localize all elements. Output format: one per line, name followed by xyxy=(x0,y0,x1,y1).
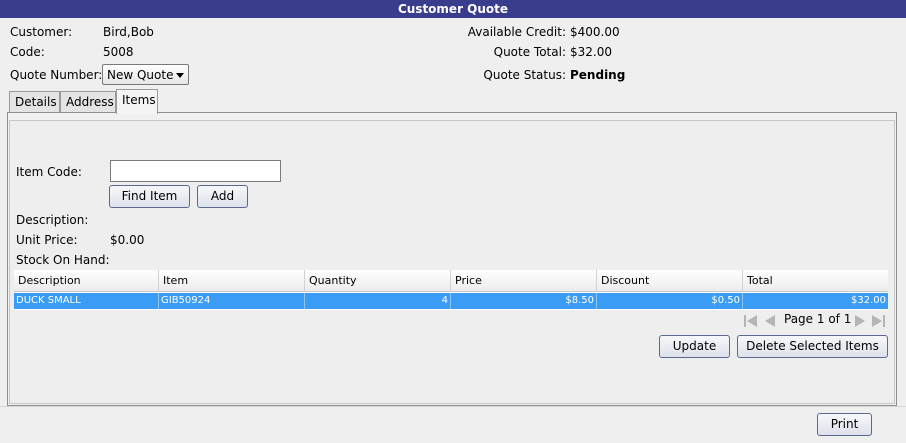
chevron-down-icon xyxy=(176,73,184,78)
quote-status-value: Pending xyxy=(570,68,626,82)
available-credit-label: Available Credit: xyxy=(467,25,566,39)
cell-discount: $0.50 xyxy=(597,293,743,309)
cell-quantity: 4 xyxy=(305,293,451,309)
column-header-quantity[interactable]: Quantity xyxy=(305,270,451,292)
cell-price: $8.50 xyxy=(451,293,597,309)
item-code-input[interactable] xyxy=(110,160,281,182)
column-header-item[interactable]: Item xyxy=(159,270,305,292)
cell-item: GIB50924 xyxy=(159,293,305,309)
update-button[interactable]: Update xyxy=(659,335,730,358)
tab-address[interactable]: Address xyxy=(60,91,116,112)
quote-total-value: $32.00 xyxy=(570,45,612,59)
last-page-icon[interactable] xyxy=(872,314,886,328)
tab-details[interactable]: Details xyxy=(9,91,60,112)
code-label: Code: xyxy=(10,45,45,59)
window-title: Customer Quote xyxy=(0,0,906,18)
column-header-total[interactable]: Total xyxy=(743,270,888,292)
table-row[interactable]: DUCK SMALL GIB50924 4 $8.50 $0.50 $32.00 xyxy=(14,293,888,309)
available-credit-value: $400.00 xyxy=(570,25,620,39)
delete-selected-items-button[interactable]: Delete Selected Items xyxy=(737,335,888,358)
customer-label: Customer: xyxy=(10,25,73,39)
quote-number-value: New Quote xyxy=(107,68,174,82)
find-item-button[interactable]: Find Item xyxy=(109,185,190,208)
next-page-icon[interactable] xyxy=(853,314,867,328)
column-header-discount[interactable]: Discount xyxy=(597,270,743,292)
unit-price-label: Unit Price: xyxy=(16,233,78,247)
customer-value: Bird,Bob xyxy=(103,25,154,39)
quote-status-label: Quote Status: xyxy=(483,68,566,82)
tab-items[interactable]: Items xyxy=(116,89,158,114)
item-code-label: Item Code: xyxy=(16,165,82,179)
add-button[interactable]: Add xyxy=(197,185,248,208)
page-indicator: Page 1 of 1 xyxy=(784,312,852,326)
column-header-description[interactable]: Description xyxy=(14,270,159,292)
unit-price-value: $0.00 xyxy=(110,233,145,247)
print-button[interactable]: Print xyxy=(817,413,872,436)
column-header-price[interactable]: Price xyxy=(451,270,597,292)
table-header: Description Item Quantity Price Discount… xyxy=(14,270,888,292)
first-page-icon[interactable] xyxy=(744,314,758,328)
code-value: 5008 xyxy=(103,45,134,59)
quote-number-label: Quote Number: xyxy=(10,68,103,82)
quote-number-select[interactable]: New Quote xyxy=(102,64,189,85)
previous-page-icon[interactable] xyxy=(764,314,778,328)
divider xyxy=(0,406,906,407)
items-table: Description Item Quantity Price Discount… xyxy=(14,270,888,310)
cell-description: DUCK SMALL xyxy=(14,293,159,309)
cell-total: $32.00 xyxy=(851,295,886,306)
quote-total-label: Quote Total: xyxy=(493,45,566,59)
description-label: Description: xyxy=(16,213,89,227)
stock-on-hand-label: Stock On Hand: xyxy=(16,253,110,267)
